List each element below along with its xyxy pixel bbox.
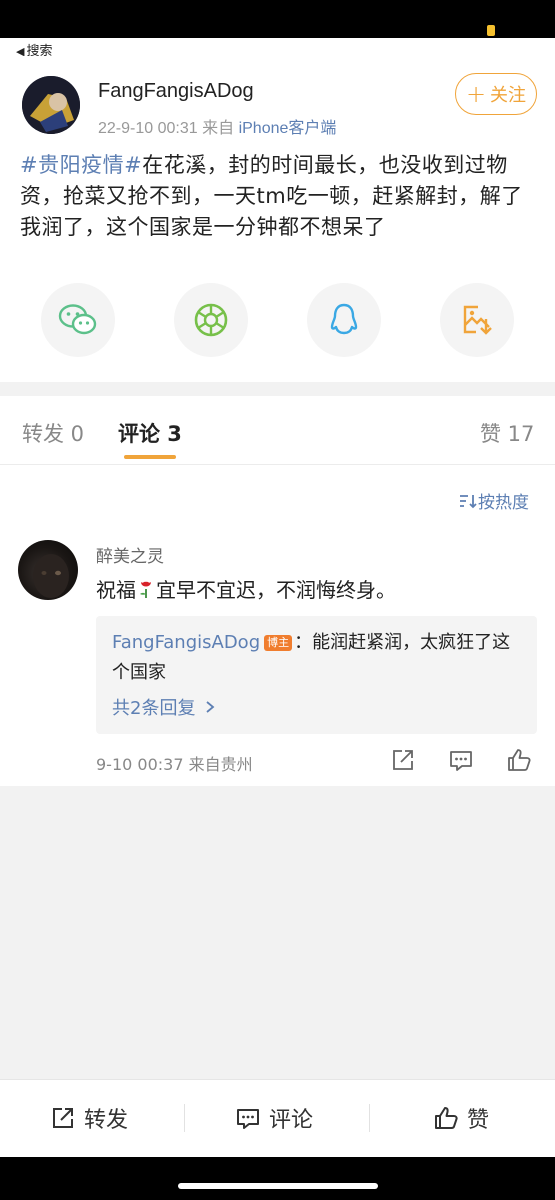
author-name[interactable]: FangFangisADog (98, 80, 254, 103)
like-button[interactable]: 赞 (433, 1102, 489, 1134)
share-moments-button[interactable] (174, 283, 248, 357)
follow-button[interactable]: + 关注 (455, 73, 537, 115)
tab-repost[interactable]: 转发 0 (22, 418, 84, 448)
back-bar (0, 38, 555, 56)
more-replies-label: 共2条回复 (112, 698, 196, 719)
comment-meta: 9-10 00:37 来自贵州 (96, 751, 253, 775)
separator (184, 1104, 185, 1132)
comment-time: 9-10 00:37 (96, 755, 184, 774)
tab-comments[interactable]: 评论 3 (118, 418, 182, 448)
repost-label: 转发 (84, 1108, 129, 1133)
plus-icon: + (465, 80, 487, 108)
sort-icon (460, 494, 477, 508)
chevron-right-icon (206, 701, 215, 713)
comment-button[interactable]: 评论 (235, 1102, 313, 1134)
comment-icon (237, 1109, 259, 1129)
like-icon (435, 1107, 458, 1129)
follow-label: 关注 (490, 85, 527, 106)
wechat-icon (58, 304, 97, 335)
sort-label: 按热度 (478, 493, 529, 513)
share-wechat-button[interactable] (41, 283, 115, 357)
separator (369, 1104, 370, 1132)
commenter-avatar[interactable] (18, 540, 78, 600)
comment-like-icon[interactable] (506, 747, 532, 773)
qq-icon (330, 303, 358, 335)
post-meta: 22-9-10 00:31 来自 iPhone客户端 (98, 114, 336, 138)
save-image-icon (463, 305, 492, 335)
battery-icon (487, 25, 495, 36)
comment-share-icon[interactable] (390, 747, 416, 773)
comment-reply-icon[interactable] (448, 747, 474, 773)
author-avatar[interactable] (22, 76, 80, 134)
active-tab-indicator (124, 455, 176, 459)
post-source[interactable]: iPhone客户端 (239, 120, 337, 137)
repost-button[interactable]: 转发 (50, 1102, 128, 1134)
author-badge: 博主 (264, 635, 293, 651)
reply-author[interactable]: FangFangisADog (112, 632, 260, 653)
topic-link[interactable]: #贵阳疫情# (20, 153, 142, 177)
comment-text-start: 祝福 (96, 578, 136, 602)
more-replies-link[interactable]: 共2条回复 (112, 694, 215, 720)
share-qq-button[interactable] (307, 283, 381, 357)
post-body: #贵阳疫情#在花溪，封的时间最长，也没收到过物资，抢菜又抢不到，一天tm吃一顿，… (20, 150, 536, 243)
post-date: 22-9-10 00:31 (98, 120, 198, 137)
sort-button[interactable]: 按热度 (458, 488, 529, 513)
reply-preview: FangFangisADog 博主 ：能润赶紧润，太疯狂了这个国家 (112, 628, 522, 688)
repost-icon (53, 1108, 73, 1128)
like-label: 赞 (467, 1108, 490, 1133)
rose-emoji-icon (140, 581, 151, 598)
home-indicator[interactable] (178, 1183, 378, 1189)
home-indicator-area (0, 1157, 555, 1200)
moments-icon (194, 303, 228, 337)
tab-divider (0, 464, 555, 465)
comment-location: 来自贵州 (188, 755, 253, 774)
source-prefix: 来自 (202, 120, 235, 137)
comment-text-end: 宜早不宜迟，不润悔终身。 (156, 578, 396, 602)
save-image-button[interactable] (440, 283, 514, 357)
tab-likes[interactable]: 赞 17 (480, 418, 534, 448)
commenter-name[interactable]: 醉美之灵 (96, 542, 164, 567)
comment-text: 祝福 宜早不宜迟，不润悔终身。 (96, 574, 396, 603)
comment-label: 评论 (269, 1108, 314, 1133)
